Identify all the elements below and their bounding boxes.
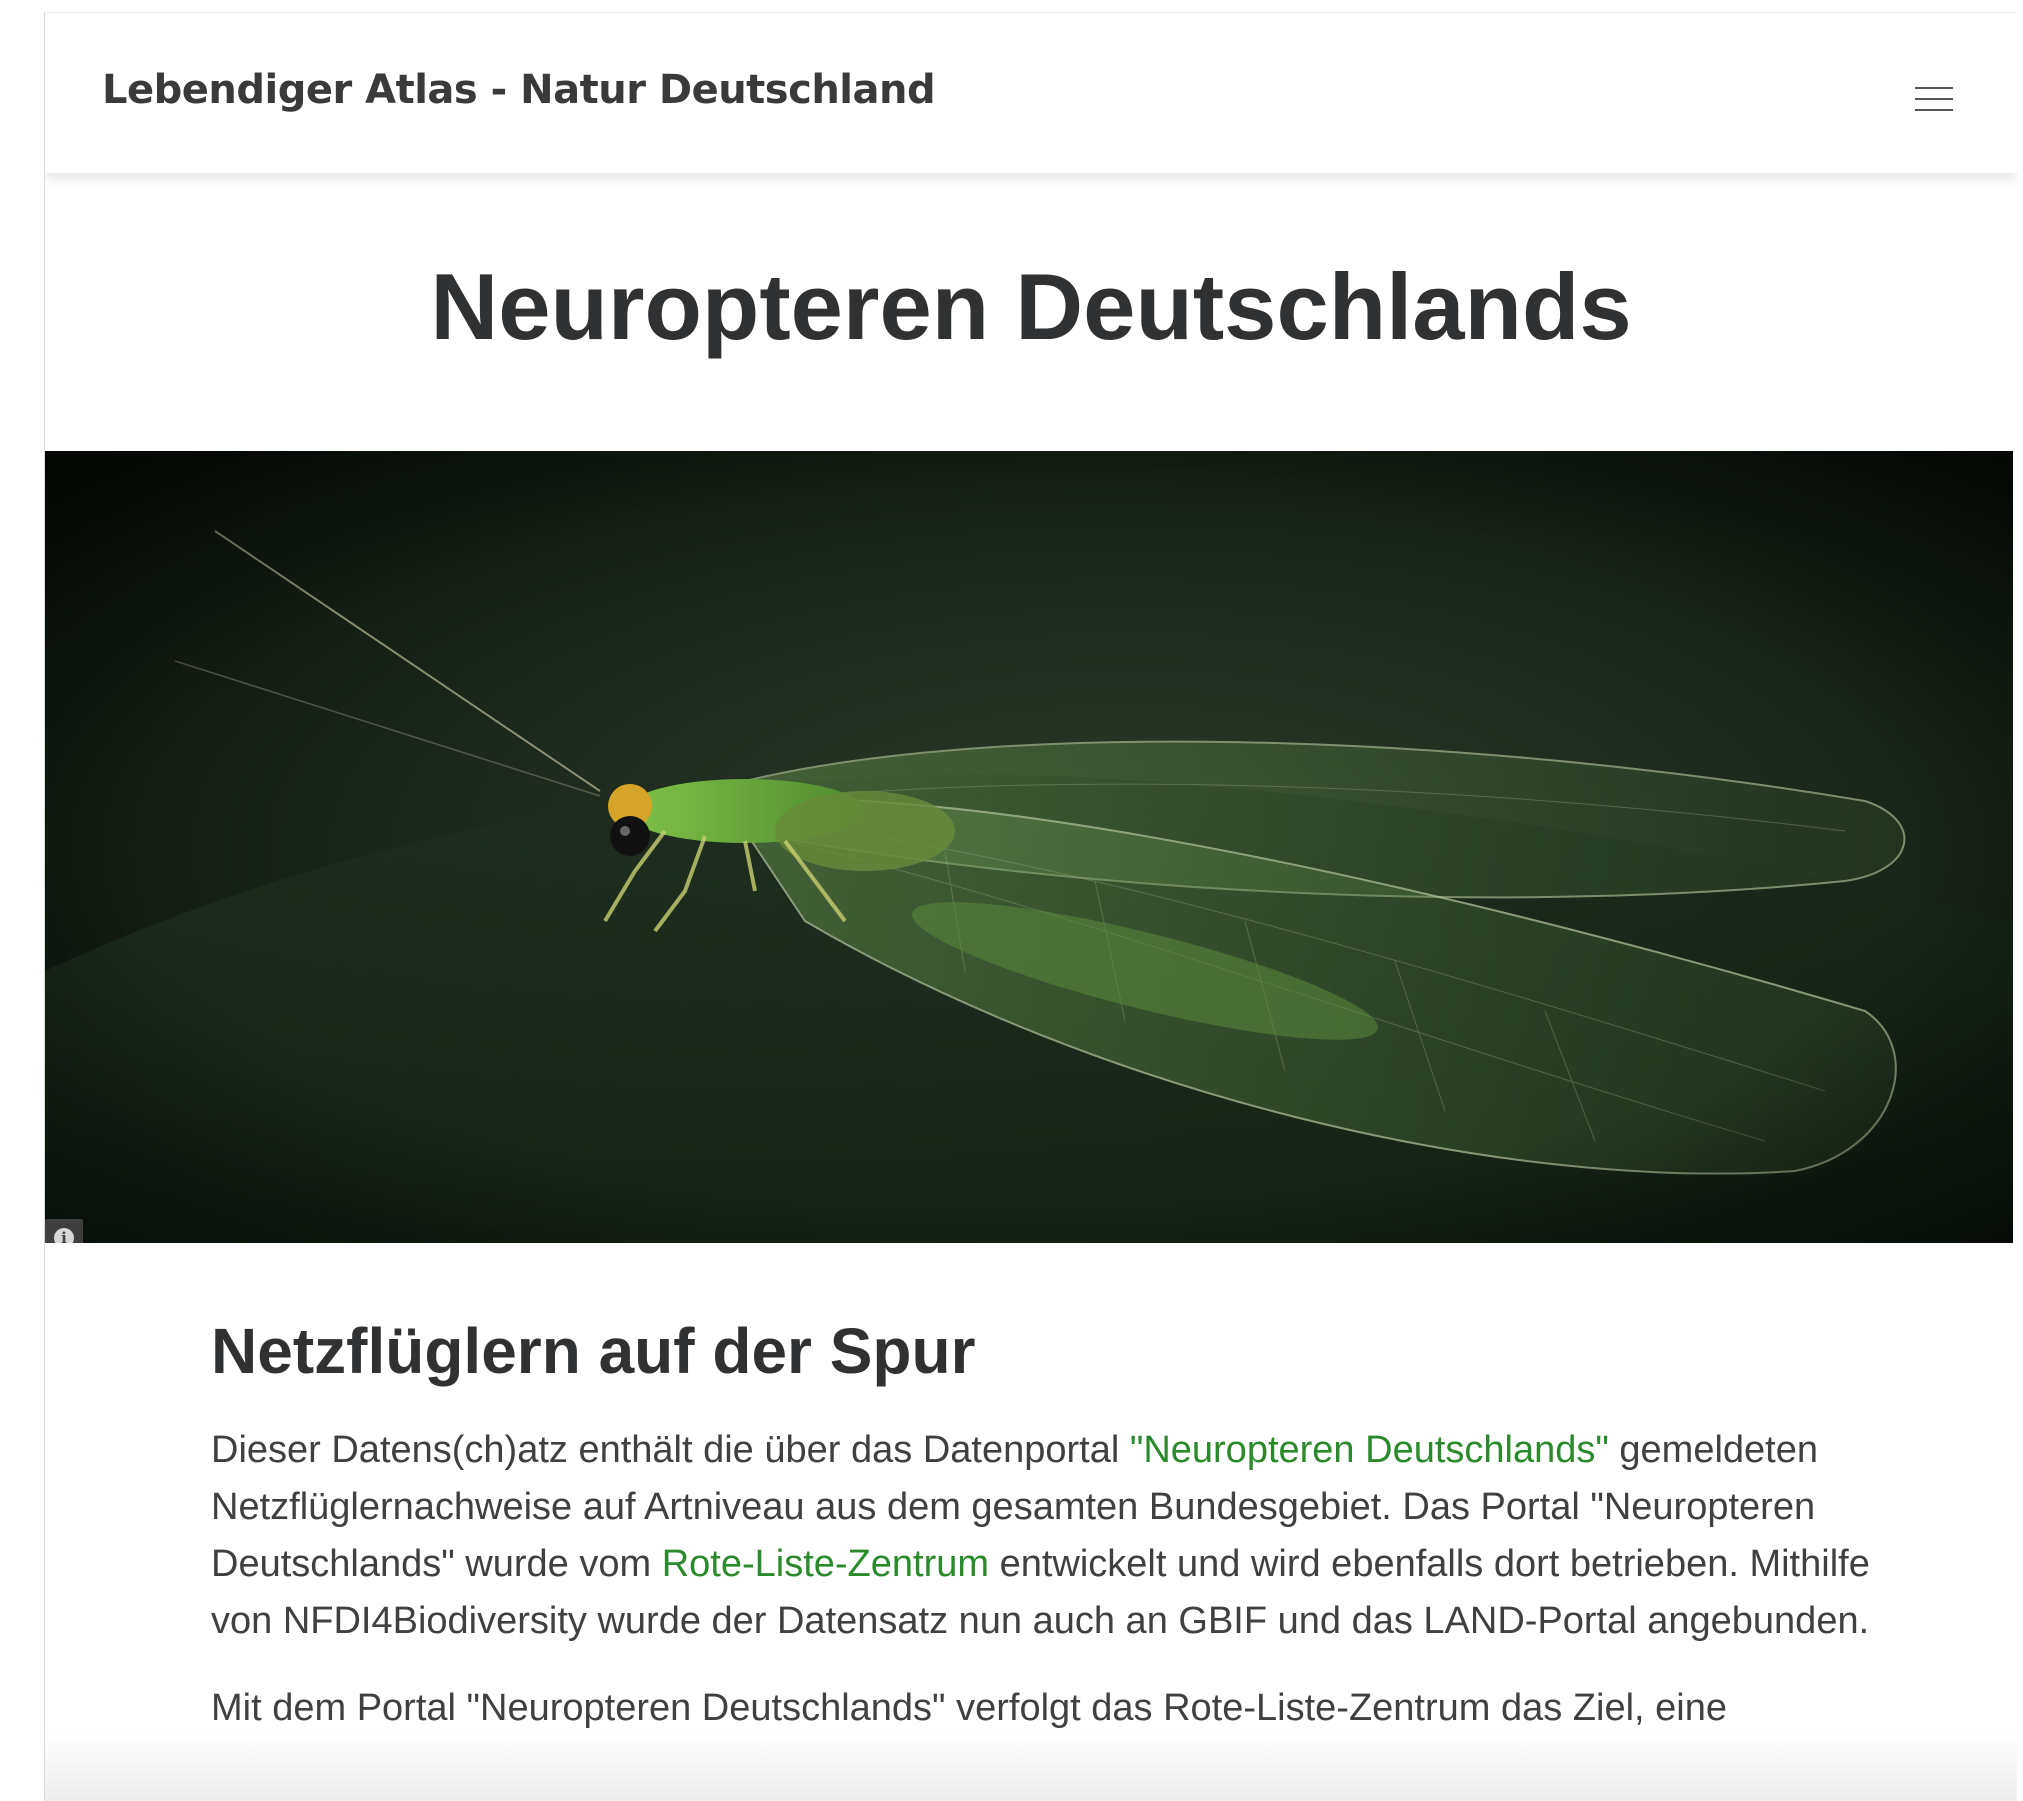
content-section: Netzflüglern auf der Spur Dieser Datens(… <box>211 1313 1871 1737</box>
info-icon: i <box>54 1228 74 1243</box>
rote-liste-zentrum-link[interactable]: Rote-Liste-Zentrum <box>662 1543 989 1585</box>
page-title: Neuropteren Deutschlands <box>430 254 1632 359</box>
page: Lebendiger Atlas - Natur Deutschland Neu… <box>44 12 2017 1801</box>
hamburger-menu-icon[interactable] <box>1913 77 1957 121</box>
intro-text-1: Dieser Datens(ch)atz enthält die über da… <box>211 1428 1130 1471</box>
intro-paragraph: Dieser Datens(ch)atz enthält die über da… <box>211 1422 1871 1650</box>
second-paragraph: Mit dem Portal "Neuropteren Deutschlands… <box>211 1686 1727 1729</box>
image-info-button[interactable]: i <box>45 1219 83 1243</box>
neuropteren-portal-link[interactable]: "Neuropteren Deutschlands" <box>1130 1429 1609 1471</box>
section-heading: Netzflüglern auf der Spur <box>211 1315 976 1387</box>
lacewing-illustration <box>45 451 2013 1243</box>
navbar: Lebendiger Atlas - Natur Deutschland <box>45 13 2017 173</box>
bottom-fade <box>45 1731 2017 1801</box>
hero-image: i <box>45 451 2013 1243</box>
site-brand[interactable]: Lebendiger Atlas - Natur Deutschland <box>102 67 936 113</box>
